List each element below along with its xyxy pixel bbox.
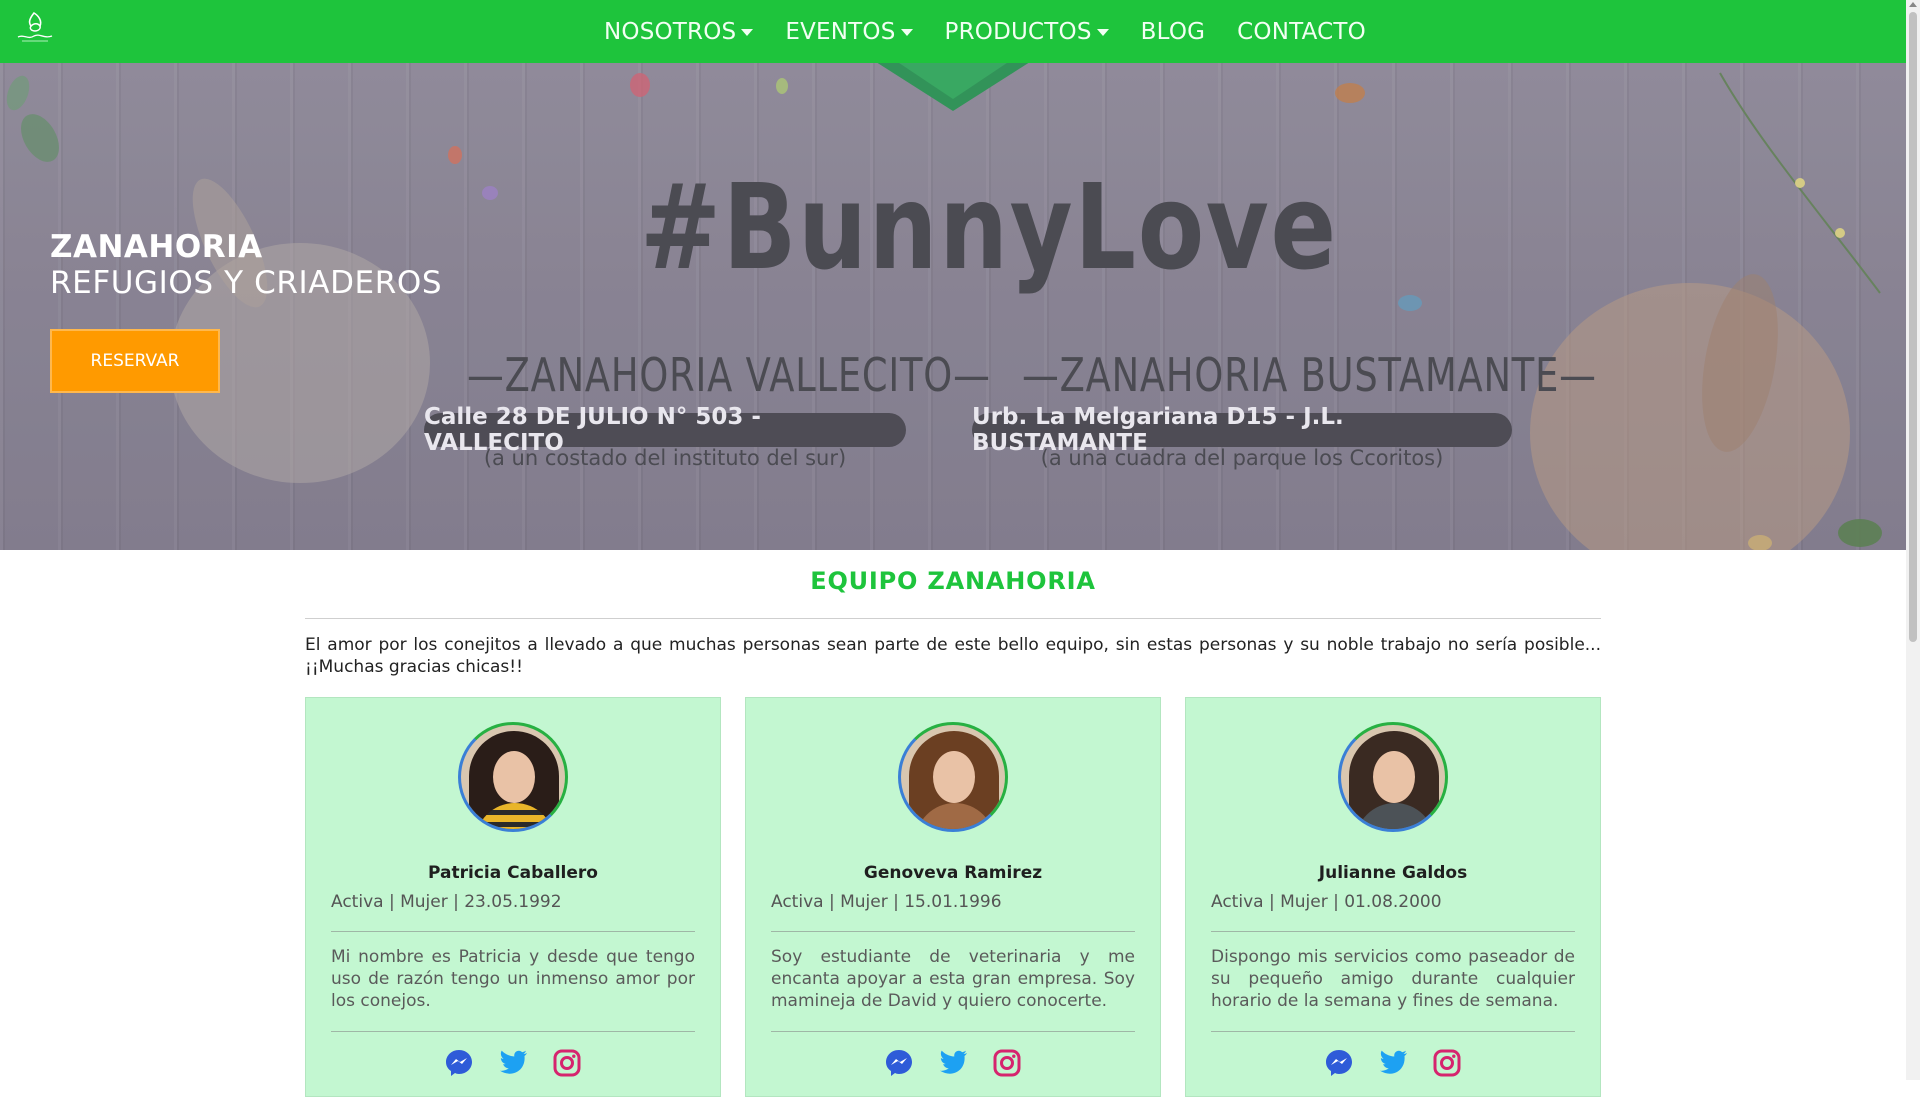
member-name: Julianne Galdos	[1318, 863, 1468, 883]
hero-title: ZANAHORIA	[50, 229, 263, 265]
nav-productos[interactable]: PRODUCTOS	[929, 19, 1125, 45]
chevron-down-icon	[1096, 29, 1109, 36]
messenger-icon[interactable]	[883, 1047, 915, 1079]
card-divider	[331, 1031, 695, 1032]
nav-contacto[interactable]: CONTACTO	[1221, 19, 1382, 45]
page-scrollbar[interactable]	[1906, 0, 1920, 1080]
nav-contacto-label: CONTACTO	[1237, 18, 1366, 45]
branch-vallecito-note: (a un costado del instituto del sur)	[483, 446, 847, 470]
branch-bustamante-note: (a una cuadra del parque los Ccoritos)	[1040, 446, 1444, 470]
card-divider	[331, 931, 695, 932]
hero-banner: #BunnyLove —ZANAHORIA VALLECITO— Calle 2…	[0, 63, 1906, 550]
member-name: Genoveva Ramirez	[863, 863, 1043, 883]
nav-eventos-label: EVENTOS	[785, 18, 896, 45]
twitter-icon[interactable]	[497, 1047, 529, 1079]
twitter-icon[interactable]	[937, 1047, 969, 1079]
instagram-icon[interactable]	[1431, 1047, 1463, 1079]
member-bio: Mi nombre es Patricia y desde que tengo …	[331, 947, 695, 1011]
member-meta: Activa | Mujer | 15.01.1996	[771, 892, 1002, 912]
instagram-icon[interactable]	[991, 1047, 1023, 1079]
nav-productos-label: PRODUCTOS	[944, 18, 1092, 45]
hero-subtitle: REFUGIOS Y CRIADEROS	[50, 265, 443, 301]
messenger-icon[interactable]	[1323, 1047, 1355, 1079]
branch-bustamante-address: Urb. La Melgariana D15 - J.L. BUSTAMANTE	[972, 404, 1512, 456]
team-card: Genoveva Ramirez Activa | Mujer | 15.01.…	[745, 697, 1161, 1097]
hero-hashtag: #BunnyLove	[640, 158, 1338, 296]
nav-nosotros[interactable]: NOSOTROS	[588, 19, 769, 45]
chevron-down-icon	[741, 29, 754, 36]
nav-blog-label: BLOG	[1140, 18, 1206, 45]
scroll-up-arrow-icon[interactable]	[1909, 2, 1917, 7]
chevron-down-icon	[900, 29, 913, 36]
scrollbar-thumb[interactable]	[1909, 12, 1917, 642]
main-nav: NOSOTROS EVENTOS PRODUCTOS BLOG CONTACTO	[588, 0, 1382, 63]
member-bio: Dispongo mis servicios como paseador de …	[1211, 947, 1575, 1011]
card-divider	[1211, 931, 1575, 932]
social-links	[746, 1047, 1160, 1079]
reserve-button[interactable]: RESERVAR	[50, 329, 220, 393]
team-card: Patricia Caballero Activa | Mujer | 23.0…	[305, 697, 721, 1097]
member-meta: Activa | Mujer | 23.05.1992	[331, 892, 562, 912]
avatar	[898, 722, 1008, 832]
nav-blog[interactable]: BLOG	[1125, 19, 1222, 45]
member-bio: Soy estudiante de veterinaria y me encan…	[771, 947, 1135, 1011]
team-intro: El amor por los conejitos a llevado a qu…	[305, 635, 1601, 677]
branch-vallecito-name: —ZANAHORIA VALLECITO—	[467, 348, 991, 402]
social-links	[306, 1047, 720, 1079]
avatar	[1338, 722, 1448, 832]
nav-nosotros-label: NOSOTROS	[604, 18, 737, 45]
avatar	[458, 722, 568, 832]
section-divider	[305, 618, 1601, 619]
member-name: Patricia Caballero	[428, 863, 598, 883]
branch-vallecito-address: Calle 28 DE JULIO N° 503 - VALLECITO	[424, 404, 906, 456]
branch-bustamante-name: —ZANAHORIA BUSTAMANTE—	[1022, 348, 1597, 402]
card-divider	[771, 1031, 1135, 1032]
card-divider	[771, 931, 1135, 932]
instagram-icon[interactable]	[551, 1047, 583, 1079]
card-divider	[1211, 1031, 1575, 1032]
hero-overlay	[0, 63, 1906, 550]
zanahoria-logo[interactable]	[14, 10, 56, 44]
team-title: EQUIPO ZANAHORIA	[810, 567, 1096, 595]
team-card: Julianne Galdos Activa | Mujer | 01.08.2…	[1185, 697, 1601, 1097]
social-links	[1186, 1047, 1600, 1079]
member-meta: Activa | Mujer | 01.08.2000	[1211, 892, 1442, 912]
nav-eventos[interactable]: EVENTOS	[769, 19, 928, 45]
messenger-icon[interactable]	[443, 1047, 475, 1079]
top-navbar: NOSOTROS EVENTOS PRODUCTOS BLOG CONTACTO	[0, 0, 1906, 63]
twitter-icon[interactable]	[1377, 1047, 1409, 1079]
